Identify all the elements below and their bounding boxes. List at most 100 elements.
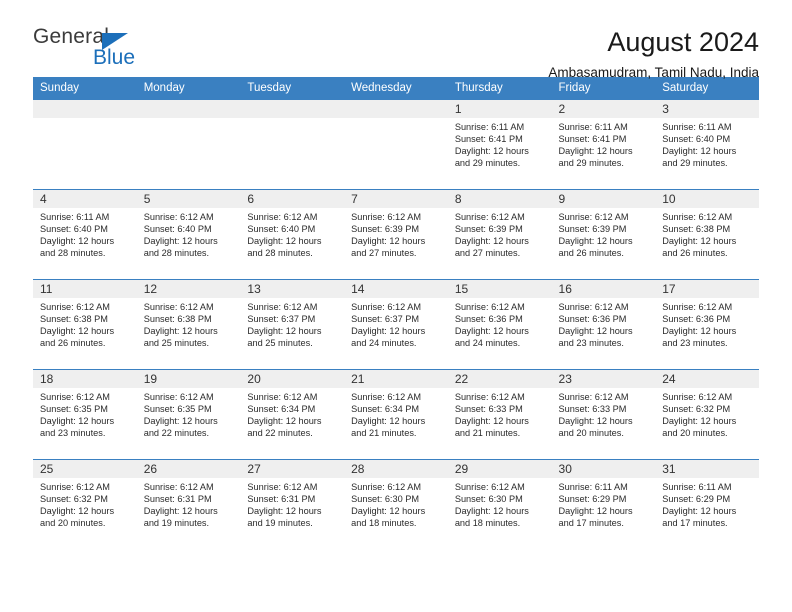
- sunrise-time: Sunrise: 6:12 AM: [40, 482, 110, 492]
- day-number: 6: [240, 190, 345, 208]
- day-details: Sunrise: 6:12 AM Sunset: 6:32 PM Daylight:…: [655, 388, 759, 440]
- sunrise-time: Sunrise: 6:12 AM: [662, 392, 733, 402]
- weekday-header-sunday: Sunday: [33, 77, 137, 100]
- sunrise-time: Sunrise: 6:12 AM: [454, 482, 525, 492]
- day-number: 17: [655, 280, 759, 298]
- calendar-day-cell[interactable]: 2 Sunrise: 6:11 AM Sunset: 6:41 PM Daylight…: [551, 99, 656, 190]
- day-details: Sunrise: 6:11 AM Sunset: 6:40 PM Daylight:…: [655, 118, 759, 170]
- calendar-day-cell[interactable]: 17 Sunrise: 6:12 AM Sunset: 6:36 PM Dayligh…: [655, 279, 759, 370]
- calendar-day-cell[interactable]: 15 Sunrise: 6:12 AM Sunset: 6:36 PM Dayligh…: [447, 279, 552, 370]
- calendar-day-cell[interactable]: 4 Sunrise: 6:11 AM Sunset: 6:40 PM Daylight…: [33, 189, 137, 280]
- calendar-day-cell[interactable]: 16 Sunrise: 6:12 AM Sunset: 6:36 PM Dayligh…: [551, 279, 656, 370]
- sunset-time: Sunset: 6:37 PM: [351, 313, 420, 324]
- sunrise-time: Sunrise: 6:12 AM: [558, 212, 629, 222]
- day-number: 31: [655, 460, 759, 478]
- daylight-duration-line2: and 27 minutes.: [454, 247, 521, 258]
- calendar-day-cell[interactable]: 28 Sunrise: 6:12 AM Sunset: 6:30 PM Dayligh…: [344, 459, 448, 550]
- sunrise-time: Sunrise: 6:12 AM: [247, 302, 318, 312]
- calendar-day-cell[interactable]: 21 Sunrise: 6:12 AM Sunset: 6:34 PM Dayligh…: [344, 369, 448, 460]
- daylight-duration-line2: and 29 minutes.: [454, 157, 521, 168]
- day-number: 8: [447, 190, 552, 208]
- sunset-time: Sunset: 6:32 PM: [40, 493, 108, 504]
- title-block: August 2024 Ambasamudram, Tamil Nadu, In…: [548, 26, 759, 83]
- daylight-duration-line2: and 17 minutes.: [662, 517, 728, 528]
- calendar-day-cell[interactable]: 1 Sunrise: 6:11 AM Sunset: 6:41 PM Daylight…: [447, 99, 552, 190]
- daylight-duration-line1: Daylight: 12 hours: [454, 235, 529, 246]
- sunset-time: Sunset: 6:34 PM: [247, 403, 316, 414]
- calendar-table: Sunday Monday Tuesday Wednesday Thursday…: [33, 77, 759, 550]
- daylight-duration-line2: and 29 minutes.: [662, 157, 728, 168]
- daylight-duration-line2: and 22 minutes.: [143, 427, 210, 438]
- calendar-day-cell[interactable]: 6 Sunrise: 6:12 AM Sunset: 6:40 PM Daylight…: [240, 189, 345, 280]
- day-number: 12: [136, 280, 241, 298]
- calendar-day-cell[interactable]: 27 Sunrise: 6:12 AM Sunset: 6:31 PM Dayligh…: [240, 459, 345, 550]
- calendar-day-cell[interactable]: 29 Sunrise: 6:12 AM Sunset: 6:30 PM Dayligh…: [447, 459, 552, 550]
- day-number: 23: [551, 370, 656, 388]
- brand-name-primary: General: [33, 25, 110, 48]
- sunrise-time: Sunrise: 6:12 AM: [351, 482, 422, 492]
- daylight-duration-line2: and 21 minutes.: [454, 427, 521, 438]
- page-title: August 2024: [607, 27, 759, 57]
- daylight-duration-line1: Daylight: 12 hours: [454, 505, 529, 516]
- day-details: Sunrise: 6:12 AM Sunset: 6:30 PM Daylight:…: [448, 478, 552, 530]
- daylight-duration-line1: Daylight: 12 hours: [143, 505, 218, 516]
- sunrise-time: Sunrise: 6:12 AM: [662, 302, 733, 312]
- calendar-day-cell[interactable]: 22 Sunrise: 6:12 AM Sunset: 6:33 PM Dayligh…: [447, 369, 552, 460]
- calendar-week-row: 1 Sunrise: 6:11 AM Sunset: 6:41 PM Daylight…: [33, 99, 759, 190]
- calendar-day-cell[interactable]: 12 Sunrise: 6:12 AM Sunset: 6:38 PM Dayligh…: [136, 279, 241, 370]
- sunrise-time: Sunrise: 6:11 AM: [454, 122, 525, 132]
- day-details: Sunrise: 6:12 AM Sunset: 6:36 PM Daylight:…: [655, 298, 759, 350]
- daylight-duration-line2: and 23 minutes.: [558, 337, 624, 348]
- day-details: Sunrise: 6:12 AM Sunset: 6:34 PM Daylight:…: [344, 388, 448, 440]
- calendar-day-cell[interactable]: 24 Sunrise: 6:12 AM Sunset: 6:32 PM Dayligh…: [655, 369, 759, 460]
- calendar-day-cell[interactable]: 14 Sunrise: 6:12 AM Sunset: 6:37 PM Dayligh…: [344, 279, 448, 370]
- calendar-day-cell[interactable]: 30 Sunrise: 6:11 AM Sunset: 6:29 PM Dayligh…: [551, 459, 656, 550]
- daylight-duration-line2: and 25 minutes.: [247, 337, 313, 348]
- day-details: Sunrise: 6:12 AM Sunset: 6:36 PM Daylight:…: [448, 298, 552, 350]
- daylight-duration-line2: and 24 minutes.: [351, 337, 417, 348]
- calendar-day-cell[interactable]: 23 Sunrise: 6:12 AM Sunset: 6:33 PM Dayligh…: [551, 369, 656, 460]
- calendar-day-cell[interactable]: 9 Sunrise: 6:12 AM Sunset: 6:39 PM Daylight…: [551, 189, 656, 280]
- weekday-header-thursday: Thursday: [447, 77, 552, 100]
- day-details: Sunrise: 6:12 AM Sunset: 6:34 PM Daylight:…: [240, 388, 344, 440]
- daylight-duration-line1: Daylight: 12 hours: [558, 235, 633, 246]
- sunset-time: Sunset: 6:39 PM: [558, 223, 627, 234]
- day-details: Sunrise: 6:11 AM Sunset: 6:40 PM Daylight:…: [33, 208, 137, 260]
- daylight-duration-line2: and 26 minutes.: [558, 247, 624, 258]
- day-number: 20: [240, 370, 345, 388]
- daylight-duration-line1: Daylight: 12 hours: [351, 235, 426, 246]
- calendar-day-cell[interactable]: 13 Sunrise: 6:12 AM Sunset: 6:37 PM Dayligh…: [240, 279, 345, 370]
- sunrise-time: Sunrise: 6:12 AM: [558, 392, 629, 402]
- brand-logo[interactable]: General Blue: [33, 26, 143, 72]
- calendar-day-cell[interactable]: 20 Sunrise: 6:12 AM Sunset: 6:34 PM Dayligh…: [240, 369, 345, 460]
- calendar-day-cell[interactable]: 7 Sunrise: 6:12 AM Sunset: 6:39 PM Daylight…: [344, 189, 448, 280]
- calendar-day-cell[interactable]: 19 Sunrise: 6:12 AM Sunset: 6:35 PM Dayligh…: [136, 369, 241, 460]
- calendar-day-cell[interactable]: 11 Sunrise: 6:12 AM Sunset: 6:38 PM Dayligh…: [33, 279, 137, 370]
- day-number: 9: [551, 190, 656, 208]
- day-details: Sunrise: 6:12 AM Sunset: 6:31 PM Daylight:…: [240, 478, 344, 530]
- day-details: Sunrise: 6:11 AM Sunset: 6:41 PM Daylight:…: [448, 118, 552, 170]
- day-details: Sunrise: 6:12 AM Sunset: 6:38 PM Daylight:…: [137, 298, 241, 350]
- calendar-day-cell[interactable]: 25 Sunrise: 6:12 AM Sunset: 6:32 PM Dayligh…: [33, 459, 137, 550]
- daylight-duration-line2: and 18 minutes.: [454, 517, 521, 528]
- calendar-day-cell[interactable]: 5 Sunrise: 6:12 AM Sunset: 6:40 PM Daylight…: [136, 189, 241, 280]
- calendar-day-cell[interactable]: 3 Sunrise: 6:11 AM Sunset: 6:40 PM Daylight…: [655, 99, 759, 190]
- calendar-day-cell[interactable]: 10 Sunrise: 6:12 AM Sunset: 6:38 PM Dayligh…: [655, 189, 759, 280]
- day-number: 4: [33, 190, 137, 208]
- sunset-time: Sunset: 6:33 PM: [454, 403, 523, 414]
- sunrise-time: Sunrise: 6:12 AM: [454, 392, 525, 402]
- sunrise-time: Sunrise: 6:12 AM: [351, 392, 422, 402]
- calendar-day-cell[interactable]: 31 Sunrise: 6:11 AM Sunset: 6:29 PM Dayligh…: [655, 459, 759, 550]
- day-number: 10: [655, 190, 759, 208]
- page-header: General Blue August 2024 Ambasamudram, T…: [33, 0, 759, 80]
- day-details: Sunrise: 6:12 AM Sunset: 6:37 PM Daylight:…: [344, 298, 448, 350]
- calendar-day-cell[interactable]: 26 Sunrise: 6:12 AM Sunset: 6:31 PM Dayligh…: [136, 459, 241, 550]
- day-number: 29: [447, 460, 552, 478]
- calendar-empty-cell: [33, 99, 137, 190]
- day-number: 21: [344, 370, 448, 388]
- calendar-day-cell[interactable]: 18 Sunrise: 6:12 AM Sunset: 6:35 PM Dayligh…: [33, 369, 137, 460]
- sunset-time: Sunset: 6:31 PM: [143, 493, 212, 504]
- calendar-day-cell[interactable]: 8 Sunrise: 6:12 AM Sunset: 6:39 PM Daylight…: [447, 189, 552, 280]
- day-number: 14: [344, 280, 448, 298]
- sunset-time: Sunset: 6:40 PM: [662, 133, 731, 144]
